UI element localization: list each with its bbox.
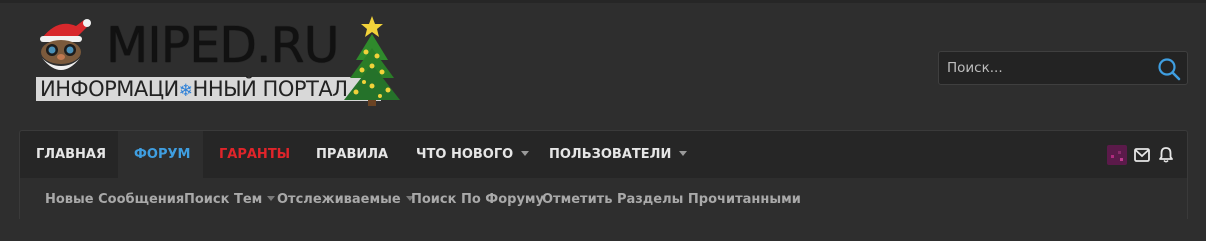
sub-navigation: Новые Сообщения Поиск Тем Отслеживаемые … <box>19 178 1188 219</box>
search-icon[interactable] <box>1157 57 1181 81</box>
subnav-search-threads[interactable]: Поиск Тем <box>184 178 276 219</box>
chevron-down-icon[interactable] <box>521 151 530 156</box>
tab-forum-label: Форум <box>134 147 191 162</box>
main-navigation: Главная Форум Гаранты Правила Что нового… <box>19 130 1188 178</box>
tab-home[interactable]: Главная <box>20 131 122 178</box>
logo-title: MIPED.RU <box>106 17 339 74</box>
logo-subtitle: ИНФОРМАЦИ❄ННЫЙ ПОРТАЛ <box>40 76 348 104</box>
tab-rules-label: Правила <box>316 147 389 162</box>
site-logo[interactable]: MIPED.RU ИНФОРМАЦИ❄ННЫЙ ПОРТАЛ <box>34 16 406 106</box>
subnav-watched-label: Отслеживаемые <box>277 192 401 207</box>
santa-mascot-icon <box>40 19 91 70</box>
christmas-tree-icon <box>344 16 400 106</box>
tab-home-label: Главная <box>36 147 107 162</box>
subnav-mark-read-label: Отметить Разделы Прочитанными <box>542 192 801 207</box>
search-box <box>938 51 1188 85</box>
bell-icon[interactable] <box>1159 147 1173 163</box>
tab-forum[interactable]: Форум <box>118 131 203 178</box>
tab-guarantors-label: Гаранты <box>219 147 291 162</box>
subnav-mark-read[interactable]: Отметить Разделы Прочитанными <box>542 178 801 219</box>
chevron-down-icon[interactable] <box>679 151 688 156</box>
tab-members-label: Пользователи <box>549 147 672 162</box>
chevron-down-icon[interactable] <box>267 196 276 201</box>
subnav-search-threads-label: Поиск Тем <box>184 192 263 207</box>
subnav-new-posts[interactable]: Новые Сообщения <box>45 178 184 219</box>
envelope-icon[interactable] <box>1134 148 1150 162</box>
logo-subtitle-part1: ИНФОРМАЦИ <box>40 77 179 101</box>
subnav-new-posts-label: Новые Сообщения <box>45 192 185 207</box>
search-input[interactable] <box>939 52 1165 84</box>
subnav-search-forum[interactable]: Поиск По Форуму <box>411 178 544 219</box>
subnav-watched[interactable]: Отслеживаемые <box>277 178 414 219</box>
tab-guarantors[interactable]: Гаранты <box>203 131 306 178</box>
subnav-search-forum-label: Поиск По Форуму <box>411 192 545 207</box>
tab-whats-new-label: Что нового <box>416 147 514 162</box>
logo-subtitle-part2: ННЫЙ ПОРТАЛ <box>192 77 348 101</box>
site-header: MIPED.RU ИНФОРМАЦИ❄ННЫЙ ПОРТАЛ <box>0 3 1206 130</box>
tab-members[interactable]: Пользователи <box>533 131 703 178</box>
tab-whats-new[interactable]: Что нового <box>400 131 545 178</box>
tab-rules[interactable]: Правила <box>300 131 404 178</box>
snowflake-icon: ❄ <box>178 81 193 101</box>
avatar[interactable] <box>1107 145 1127 165</box>
user-controls <box>1107 145 1179 165</box>
